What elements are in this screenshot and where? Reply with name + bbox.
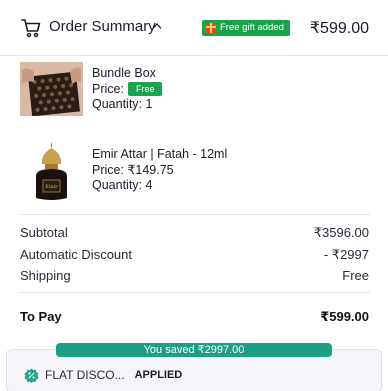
cart-icon bbox=[21, 19, 41, 38]
divider bbox=[20, 214, 370, 215]
item-price: Price: ₹149.75 bbox=[92, 162, 174, 177]
subtotal-label: Subtotal bbox=[20, 225, 68, 240]
shipping-row: Shipping Free bbox=[20, 268, 369, 283]
order-summary-header[interactable]: Order Summary Free gift added ₹599.00 bbox=[0, 0, 388, 56]
order-summary-panel: Order Summary Free gift added ₹599.00 Bu… bbox=[0, 0, 388, 391]
item-quantity: Quantity: 1 bbox=[92, 97, 153, 111]
shipping-value: Free bbox=[342, 268, 369, 283]
savings-banner: You saved ₹2997.00 bbox=[56, 343, 332, 357]
list-item: Bundle Box Price: Free Quantity: 1 bbox=[20, 62, 368, 122]
applied-coupon-row[interactable]: FLAT DISCO... APPLIED bbox=[24, 366, 182, 384]
to-pay-row: To Pay ₹599.00 bbox=[20, 309, 369, 325]
gift-icon bbox=[206, 23, 216, 33]
item-price-row: Price: Free bbox=[92, 81, 163, 98]
bundle-box-image bbox=[20, 62, 83, 116]
automatic-discount-value: - ₹2997 bbox=[323, 247, 369, 262]
item-price-label: Price: bbox=[92, 81, 124, 96]
automatic-discount-row: Automatic Discount - ₹2997 bbox=[20, 247, 369, 263]
item-details: Emir Attar | Fatah - 12ml Price: ₹149.75… bbox=[92, 147, 227, 194]
subtotal-row: Subtotal ₹3596.00 bbox=[20, 225, 369, 241]
free-gift-badge: Free gift added bbox=[202, 20, 290, 36]
page-title: Order Summary bbox=[49, 18, 156, 35]
item-name: Emir Attar | Fatah - 12ml bbox=[92, 147, 228, 161]
item-details: Bundle Box Price: Free Quantity: 1 bbox=[92, 66, 163, 113]
divider bbox=[20, 292, 370, 293]
free-gift-badge-label: Free gift added bbox=[220, 22, 284, 33]
item-name: Bundle Box bbox=[92, 66, 156, 80]
to-pay-value: ₹599.00 bbox=[320, 309, 369, 324]
header-total: ₹599.00 bbox=[309, 20, 369, 37]
subtotal-value: ₹3596.00 bbox=[313, 225, 369, 240]
discount-badge-icon bbox=[24, 367, 39, 383]
list-item: Emir Emir Attar | Fatah - 12ml Price: ₹1… bbox=[20, 140, 368, 202]
item-quantity: Quantity: 4 bbox=[92, 178, 153, 192]
coupon-name: FLAT DISCO... bbox=[45, 368, 125, 382]
automatic-discount-label: Automatic Discount bbox=[20, 247, 132, 262]
coupon-status: APPLIED bbox=[134, 369, 183, 381]
free-price-badge: Free bbox=[127, 82, 163, 97]
attar-bottle-image: Emir bbox=[20, 140, 83, 202]
chevron-up-icon[interactable] bbox=[152, 22, 162, 30]
svg-text:Emir: Emir bbox=[45, 184, 58, 190]
to-pay-label: To Pay bbox=[20, 309, 62, 324]
shipping-label: Shipping bbox=[20, 268, 71, 283]
